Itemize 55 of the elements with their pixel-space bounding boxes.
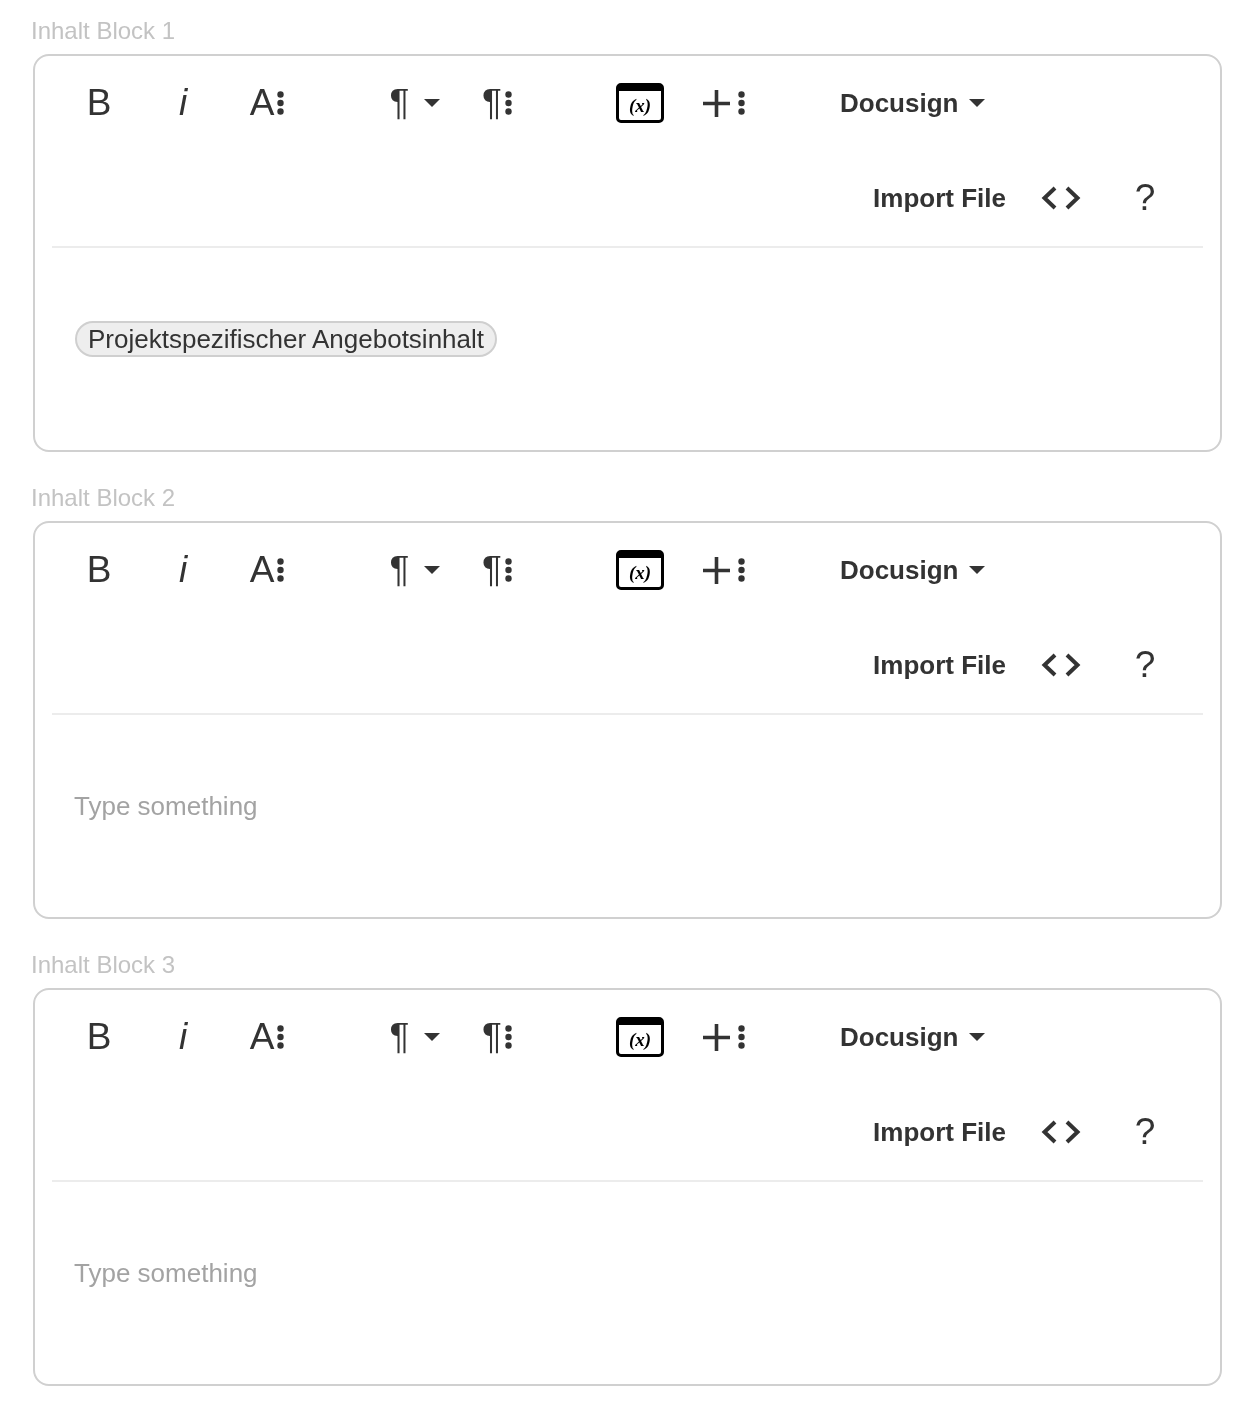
toolbar-button[interactable]: ? bbox=[1103, 641, 1187, 689]
caret-icon bbox=[424, 99, 441, 107]
toolbar-button[interactable]: ¶ bbox=[455, 79, 539, 127]
more-dots-icon bbox=[738, 91, 745, 115]
content-token: Projektspezifischer Angebotsinhalt bbox=[75, 321, 497, 357]
variable-button[interactable]: (x) bbox=[616, 83, 664, 123]
more-dots-icon bbox=[738, 1025, 745, 1049]
toolbar-button[interactable]: i bbox=[141, 546, 225, 594]
toolbar-button[interactable]: B bbox=[57, 79, 141, 127]
toolbar-button[interactable]: A bbox=[225, 1013, 309, 1061]
dropdown-button[interactable]: Docusign bbox=[840, 1013, 986, 1061]
code-icon bbox=[1041, 186, 1081, 210]
more-dots-icon bbox=[277, 558, 285, 582]
toolbar-button[interactable]: i bbox=[141, 1013, 225, 1061]
code-icon bbox=[1041, 1120, 1081, 1144]
toolbar-button[interactable]: ¶ bbox=[455, 1013, 539, 1061]
code-icon bbox=[1041, 653, 1081, 677]
more-dots-icon bbox=[504, 91, 512, 115]
editor-field[interactable]: Projektspezifischer Angebotsinhalt bbox=[35, 248, 1220, 449]
caret-icon bbox=[969, 566, 986, 574]
dropdown-button[interactable]: Docusign bbox=[840, 79, 986, 127]
toolbar-button[interactable]: A bbox=[225, 79, 309, 127]
plus-icon bbox=[703, 556, 730, 584]
toolbar-button[interactable]: Import File bbox=[873, 641, 1006, 689]
block-label: Inhalt Block 1 bbox=[31, 19, 176, 43]
plus-icon bbox=[703, 89, 730, 117]
dropdown-button[interactable]: Docusign bbox=[840, 546, 986, 594]
toolbar-button[interactable]: B bbox=[57, 546, 141, 594]
caret-icon bbox=[424, 1033, 441, 1041]
variable-button[interactable]: (x) bbox=[616, 550, 664, 590]
toolbar-button[interactable]: Import File bbox=[873, 174, 1006, 222]
caret-icon bbox=[969, 1033, 986, 1041]
more-dots-icon bbox=[277, 91, 285, 115]
block-label: Inhalt Block 2 bbox=[31, 486, 176, 510]
caret-icon bbox=[969, 99, 986, 107]
dropdown-button[interactable]: ¶ bbox=[375, 79, 455, 127]
toolbar-button[interactable]: B bbox=[57, 1013, 141, 1061]
plus-icon bbox=[703, 1023, 730, 1051]
more-dots-icon bbox=[504, 558, 512, 582]
more-dots-icon bbox=[504, 1025, 512, 1049]
toolbar-button[interactable]: i bbox=[141, 79, 225, 127]
toolbar-button[interactable]: ? bbox=[1103, 1108, 1187, 1156]
placeholder-text: Type something bbox=[74, 790, 258, 823]
toolbar-button[interactable]: ? bbox=[1103, 174, 1187, 222]
toolbar-button[interactable]: ¶ bbox=[455, 546, 539, 594]
dropdown-button[interactable]: ¶ bbox=[375, 546, 455, 594]
placeholder-text: Type something bbox=[74, 1257, 258, 1290]
more-dots-icon bbox=[277, 1025, 285, 1049]
toolbar-button[interactable]: A bbox=[225, 546, 309, 594]
dropdown-button[interactable]: ¶ bbox=[375, 1013, 455, 1061]
more-dots-icon bbox=[738, 558, 745, 582]
toolbar-button[interactable]: Import File bbox=[873, 1108, 1006, 1156]
block-label: Inhalt Block 3 bbox=[31, 953, 176, 977]
variable-button[interactable]: (x) bbox=[616, 1017, 664, 1057]
caret-icon bbox=[424, 566, 441, 574]
